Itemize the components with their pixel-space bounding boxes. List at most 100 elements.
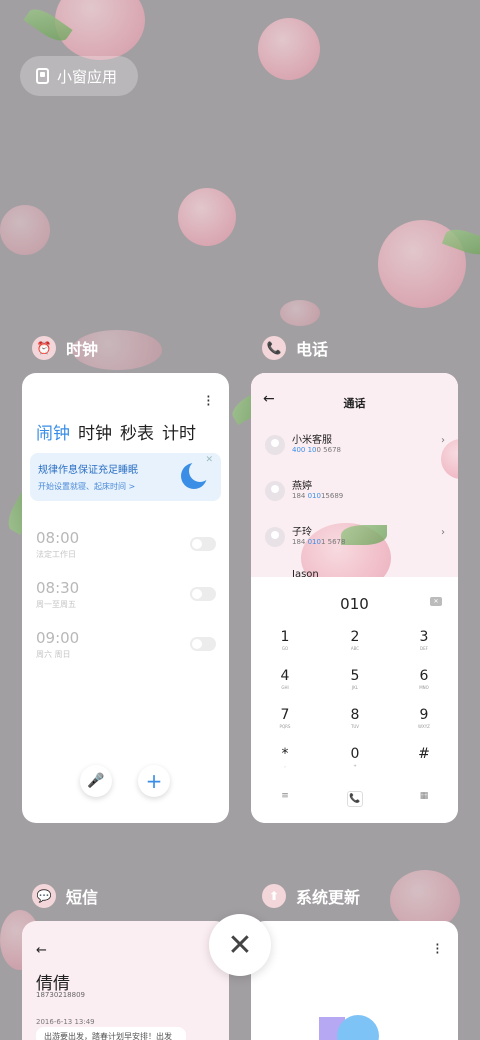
calls-header: 通话 [343, 397, 366, 410]
tab-clock[interactable]: 时钟 [78, 419, 112, 444]
alarm-item[interactable]: 08:00 法定工作日 [36, 529, 216, 560]
dial-key[interactable]: 7 PQRS [255, 707, 315, 729]
floating-apps-label: 小窗应用 [57, 67, 118, 86]
clock-tabs: 闹钟 时钟 秒表 计时 [36, 419, 196, 444]
update-app-title: 系统更新 [296, 888, 361, 907]
phone-icon: 📞 [262, 336, 286, 360]
contact-item[interactable]: 小米客服 400 100 5678 › [265, 431, 445, 467]
avatar [265, 481, 285, 501]
alarm-toggle[interactable] [190, 587, 216, 601]
update-icon: ⬆ [262, 884, 286, 908]
close-icon[interactable]: ✕ [205, 455, 213, 465]
backspace-icon[interactable]: ✕ [430, 597, 442, 606]
dial-key[interactable]: 2 ABC [325, 629, 385, 651]
tab-stopwatch[interactable]: 秒表 [120, 419, 154, 444]
dial-key-letters: DEF [420, 646, 428, 651]
alarm-time: 08:00 [36, 529, 80, 547]
alarm-toggle[interactable] [190, 637, 216, 651]
contact-number: 184 01015689 [292, 492, 344, 500]
chevron-right-icon[interactable]: › [441, 527, 445, 538]
dial-key-number: 8 [350, 707, 360, 723]
alarm-days: 周一至周五 [36, 600, 76, 609]
contact-item[interactable]: 子玲 184 0101 5678 › [265, 523, 445, 559]
message-bubble[interactable]: 出游要出发，踏春计划早安排！出发 [36, 1027, 186, 1040]
dial-key-letters: GHI [281, 685, 289, 690]
contact-item[interactable]: Jason [265, 569, 445, 577]
alarm-time: 08:30 [36, 579, 80, 597]
dial-key[interactable]: *, [255, 746, 315, 768]
alarm-item[interactable]: 09:00 周六 周日 [36, 629, 216, 660]
dial-key[interactable]: 1 GO [255, 629, 315, 651]
sms-app-card[interactable]: ← 倩倩 18730218809 2016-6-13 13:49 出游要出发，踏… [22, 921, 229, 1040]
dialpad: 010 ✕ 1 GO 2 ABC 3 DEF 4 GHI 5 JKL 6 MNO 7 PQRS 8 TUV 9 W… [251, 577, 458, 823]
contact-name: 子玲 [292, 527, 312, 538]
alarm-item[interactable]: 08:30 周一至周五 [36, 579, 216, 610]
microphone-icon: 🎤 [87, 773, 105, 789]
dial-key-letters: , [284, 763, 286, 768]
contact-number: 400 100 5678 [292, 446, 341, 454]
contact-name: 小米客服 [292, 435, 332, 446]
dial-input[interactable]: 010 [251, 595, 458, 613]
clock-app-card[interactable]: · · · 闹钟 时钟 秒表 计时 规律作息保证充足睡眠 开始设置就寝、起床时间 >… [22, 373, 229, 823]
alarm-time: 09:00 [36, 629, 80, 647]
dial-key-letters: WXYZ [418, 724, 430, 729]
alarm-toggle[interactable] [190, 537, 216, 551]
more-options-icon[interactable]: · · · [206, 389, 211, 413]
sleep-promo-banner[interactable]: 规律作息保证充足睡眠 开始设置就寝、起床时间 > ✕ [30, 453, 221, 501]
voice-button[interactable]: 🎤 [80, 765, 112, 797]
more-options-icon[interactable]: · · · [435, 937, 440, 961]
update-app-card[interactable]: · · · [251, 921, 458, 1040]
phone-app-label[interactable]: 📞 电话 [262, 336, 328, 360]
avatar [265, 435, 285, 455]
tab-timer[interactable]: 计时 [162, 419, 196, 444]
dial-key-letters: JKL [351, 685, 359, 690]
dial-key-number: 9 [419, 707, 429, 723]
tab-alarm[interactable]: 闹钟 [36, 419, 70, 444]
dial-key-letters: TUV [350, 724, 360, 729]
clear-all-button[interactable]: ✕ [209, 914, 271, 976]
avatar [265, 527, 285, 547]
dial-key-number: 1 [280, 629, 290, 645]
dial-key-number: 3 [419, 629, 429, 645]
dial-key[interactable]: 8 TUV [325, 707, 385, 729]
call-button[interactable]: 📞 [325, 791, 385, 807]
dial-key[interactable]: # [394, 746, 454, 763]
dial-key-number: 0 [350, 746, 360, 762]
dial-key-letters: PQRS [279, 724, 291, 729]
close-icon: ✕ [227, 927, 253, 963]
dial-key[interactable]: 6 MNO [394, 668, 454, 690]
dial-key-number: 7 [280, 707, 290, 723]
dial-key-number: 6 [419, 668, 429, 684]
dialpad-toggle-icon[interactable]: ▦ [394, 791, 454, 801]
chevron-right-icon[interactable]: › [441, 435, 445, 446]
dial-key[interactable]: 4 GHI [255, 668, 315, 690]
floating-window-icon [36, 68, 49, 84]
dial-key[interactable]: 3 DEF [394, 629, 454, 651]
contact-item[interactable]: 燕婷 184 01015689 [265, 477, 445, 513]
message-icon: 💬 [32, 884, 56, 908]
sms-app-label[interactable]: 💬 短信 [32, 884, 98, 908]
alarm-days: 周六 周日 [36, 650, 71, 659]
clock-app-label[interactable]: ⏰ 时钟 [32, 336, 98, 360]
dial-key-number: # [418, 746, 430, 762]
menu-icon[interactable]: ≡ [255, 791, 315, 801]
moon-icon [181, 460, 211, 489]
dial-key-letters: MNO [419, 685, 429, 690]
alarm-days: 法定工作日 [36, 550, 76, 559]
back-arrow-icon[interactable]: ← [36, 943, 47, 958]
alarm-clock-icon: ⏰ [32, 336, 56, 360]
floating-apps-button[interactable]: 小窗应用 [20, 56, 138, 96]
add-alarm-button[interactable]: + [138, 765, 170, 797]
dial-key[interactable]: 9 WXYZ [394, 707, 454, 729]
call-log-area: ← 通话 小米客服 400 100 5678 › 燕婷 184 01015689… [251, 373, 458, 577]
message-timestamp: 2016-6-13 13:49 [36, 1018, 95, 1026]
dial-key[interactable]: 5 JKL [325, 668, 385, 690]
phone-app-card[interactable]: ← 通话 小米客服 400 100 5678 › 燕婷 184 01015689… [251, 373, 458, 823]
contact-number: 184 0101 5678 [292, 538, 346, 546]
update-app-label[interactable]: ⬆ 系统更新 [262, 884, 360, 908]
dial-key-letters: ABC [350, 646, 360, 651]
contact-name: Jason [292, 569, 319, 577]
dial-key[interactable]: 0 + [325, 746, 385, 768]
dial-key-number: 4 [280, 668, 290, 684]
contact-number: 18730218809 [36, 991, 85, 999]
